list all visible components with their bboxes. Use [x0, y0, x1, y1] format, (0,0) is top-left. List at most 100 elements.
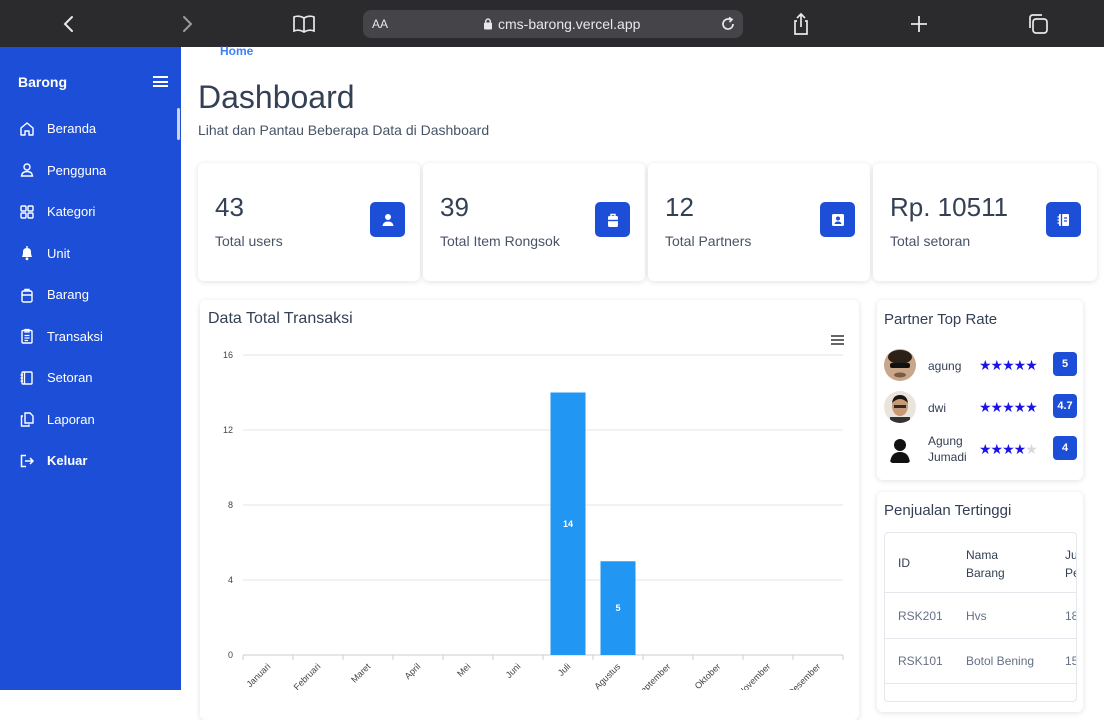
- partner-row[interactable]: agung ★★★★★ 5: [884, 346, 1080, 384]
- sidebar-item-keluar[interactable]: Keluar: [0, 440, 181, 482]
- sidebar-item-laporan[interactable]: Laporan: [0, 399, 181, 441]
- x-tick-label: April: [403, 661, 423, 681]
- logout-icon: [20, 454, 35, 467]
- rating-stars: ★★★★★: [979, 399, 1038, 415]
- sidebar-item-beranda[interactable]: Beranda: [0, 108, 181, 150]
- stat-value: 12: [665, 192, 694, 222]
- partner-row[interactable]: Agung Jumadi ★★★★★ 4: [884, 430, 1080, 468]
- stat-label: Total users: [215, 233, 283, 249]
- sidebar-item-label: Setoran: [47, 370, 93, 386]
- x-tick-label: Desember: [786, 661, 822, 690]
- x-tick-label: November: [736, 661, 772, 690]
- bag-icon: [595, 202, 630, 237]
- contact-icon: [820, 202, 855, 237]
- avatar: [884, 391, 916, 423]
- y-tick-label: 0: [228, 650, 233, 660]
- sidebar-item-label: Beranda: [47, 121, 97, 137]
- book-icon: [20, 371, 33, 385]
- stat-label: Total Item Rongsok: [440, 233, 560, 249]
- y-tick-label: 8: [228, 500, 233, 510]
- table-cell-id: RSK101: [898, 654, 943, 668]
- sidebar-item-label: Transaksi: [47, 328, 103, 344]
- copy-icon: [20, 412, 34, 427]
- x-tick-label: Februari: [292, 661, 323, 690]
- sidebar-item-setoran[interactable]: Setoran: [0, 357, 181, 399]
- rating-stars: ★★★★★: [979, 441, 1038, 457]
- partner-name: agung: [928, 359, 962, 373]
- sidebar-item-label: Unit: [47, 245, 71, 261]
- back-icon[interactable]: [57, 12, 81, 36]
- home-icon: [20, 122, 34, 136]
- bell-icon: [22, 246, 32, 261]
- table-cell-name: Hvs: [966, 609, 987, 623]
- table-cell-name: Botol Bening: [966, 654, 1035, 668]
- partner-name: dwi: [928, 401, 947, 415]
- chart-title: Data Total Transaksi: [208, 310, 353, 327]
- address-bar[interactable]: AA cms-barong.vercel.app: [363, 10, 743, 38]
- table-divider: [885, 683, 1076, 684]
- sidebar: Barong Beranda Pengguna Kategori Unit Ba…: [0, 47, 181, 690]
- forward-icon[interactable]: [175, 12, 199, 36]
- breadcrumb-home[interactable]: Home: [220, 44, 253, 58]
- menu-toggle-icon[interactable]: [153, 76, 168, 87]
- bar-data-label: 14: [563, 519, 573, 529]
- x-tick-label: September: [634, 661, 672, 690]
- rating-stars: ★★★★★: [979, 357, 1038, 373]
- sidebar-item-kategori[interactable]: Kategori: [0, 191, 181, 233]
- sidebar-item-barang[interactable]: Barang: [0, 274, 181, 316]
- stat-value: Rp. 10511: [890, 192, 1009, 222]
- rating-badge: 5: [1053, 352, 1077, 376]
- sales-title: Penjualan Tertinggi: [884, 502, 1012, 519]
- sidebar-item-label: Keluar: [47, 453, 88, 469]
- avatar: [884, 349, 916, 381]
- sidebar-item-unit[interactable]: Unit: [0, 233, 181, 275]
- grid-icon: [20, 205, 34, 219]
- clipboard-icon: [21, 329, 33, 344]
- brand-title: Barong: [18, 74, 67, 90]
- rating-badge: 4.7: [1053, 394, 1077, 418]
- table-header-id: ID: [898, 556, 910, 570]
- y-tick-label: 4: [228, 575, 233, 585]
- x-tick-label: Juni: [504, 661, 523, 680]
- sidebar-item-pengguna[interactable]: Pengguna: [0, 150, 181, 192]
- stat-value: 43: [215, 192, 244, 222]
- stat-label: Total setoran: [890, 233, 971, 249]
- table-cell-qty: 18: [1065, 609, 1076, 623]
- bookmarks-icon[interactable]: [292, 12, 316, 36]
- y-tick-label: 12: [223, 425, 233, 435]
- table-divider: [885, 592, 1076, 593]
- stat-card-items: 39 Total Item Rongsok: [423, 163, 645, 281]
- stat-card-partners: 12 Total Partners: [648, 163, 870, 281]
- reload-icon[interactable]: [719, 15, 737, 38]
- book-icon: [1046, 202, 1081, 237]
- stat-card-users: 43 Total users: [198, 163, 420, 281]
- y-tick-label: 16: [223, 350, 233, 360]
- tabs-icon[interactable]: [1026, 12, 1050, 36]
- bar-chart: 0 4 8 12 16 Januari Februari Maret April Mei Juni 1…: [223, 350, 844, 690]
- table-divider: [885, 638, 1076, 639]
- sidebar-item-transaksi[interactable]: Transaksi: [0, 316, 181, 358]
- stat-card-setoran: Rp. 10511 Total setoran: [873, 163, 1097, 281]
- text-size-button[interactable]: AA: [372, 17, 388, 31]
- partners-title: Partner Top Rate: [884, 311, 998, 328]
- avatar: [884, 433, 916, 465]
- browser-toolbar: AA cms-barong.vercel.app: [0, 0, 1104, 47]
- x-tick-label: Agustus: [592, 661, 622, 690]
- new-tab-icon[interactable]: [907, 12, 931, 36]
- url-text: cms-barong.vercel.app: [498, 16, 641, 32]
- rating-badge: 4: [1053, 436, 1077, 460]
- stat-label: Total Partners: [665, 233, 752, 249]
- share-icon[interactable]: [789, 12, 813, 36]
- lock-icon: [483, 17, 493, 35]
- x-tick-label: Januari: [244, 661, 272, 689]
- sidebar-item-label: Pengguna: [47, 162, 107, 178]
- table-header-qty: Jumlah Penjualan: [1065, 548, 1076, 580]
- stat-value: 39: [440, 192, 469, 222]
- x-tick-label: Mei: [455, 661, 472, 678]
- x-tick-label: Maret: [349, 661, 373, 685]
- partner-row[interactable]: dwi ★★★★★ 4.7: [884, 388, 1080, 426]
- sidebar-item-label: Laporan: [47, 411, 95, 427]
- user-icon: [370, 202, 405, 237]
- page-subtitle: Lihat dan Pantau Beberapa Data di Dashbo…: [198, 122, 490, 138]
- sales-table: ID Nama Barang Jumlah Penjualan RSK201 H…: [884, 532, 1077, 702]
